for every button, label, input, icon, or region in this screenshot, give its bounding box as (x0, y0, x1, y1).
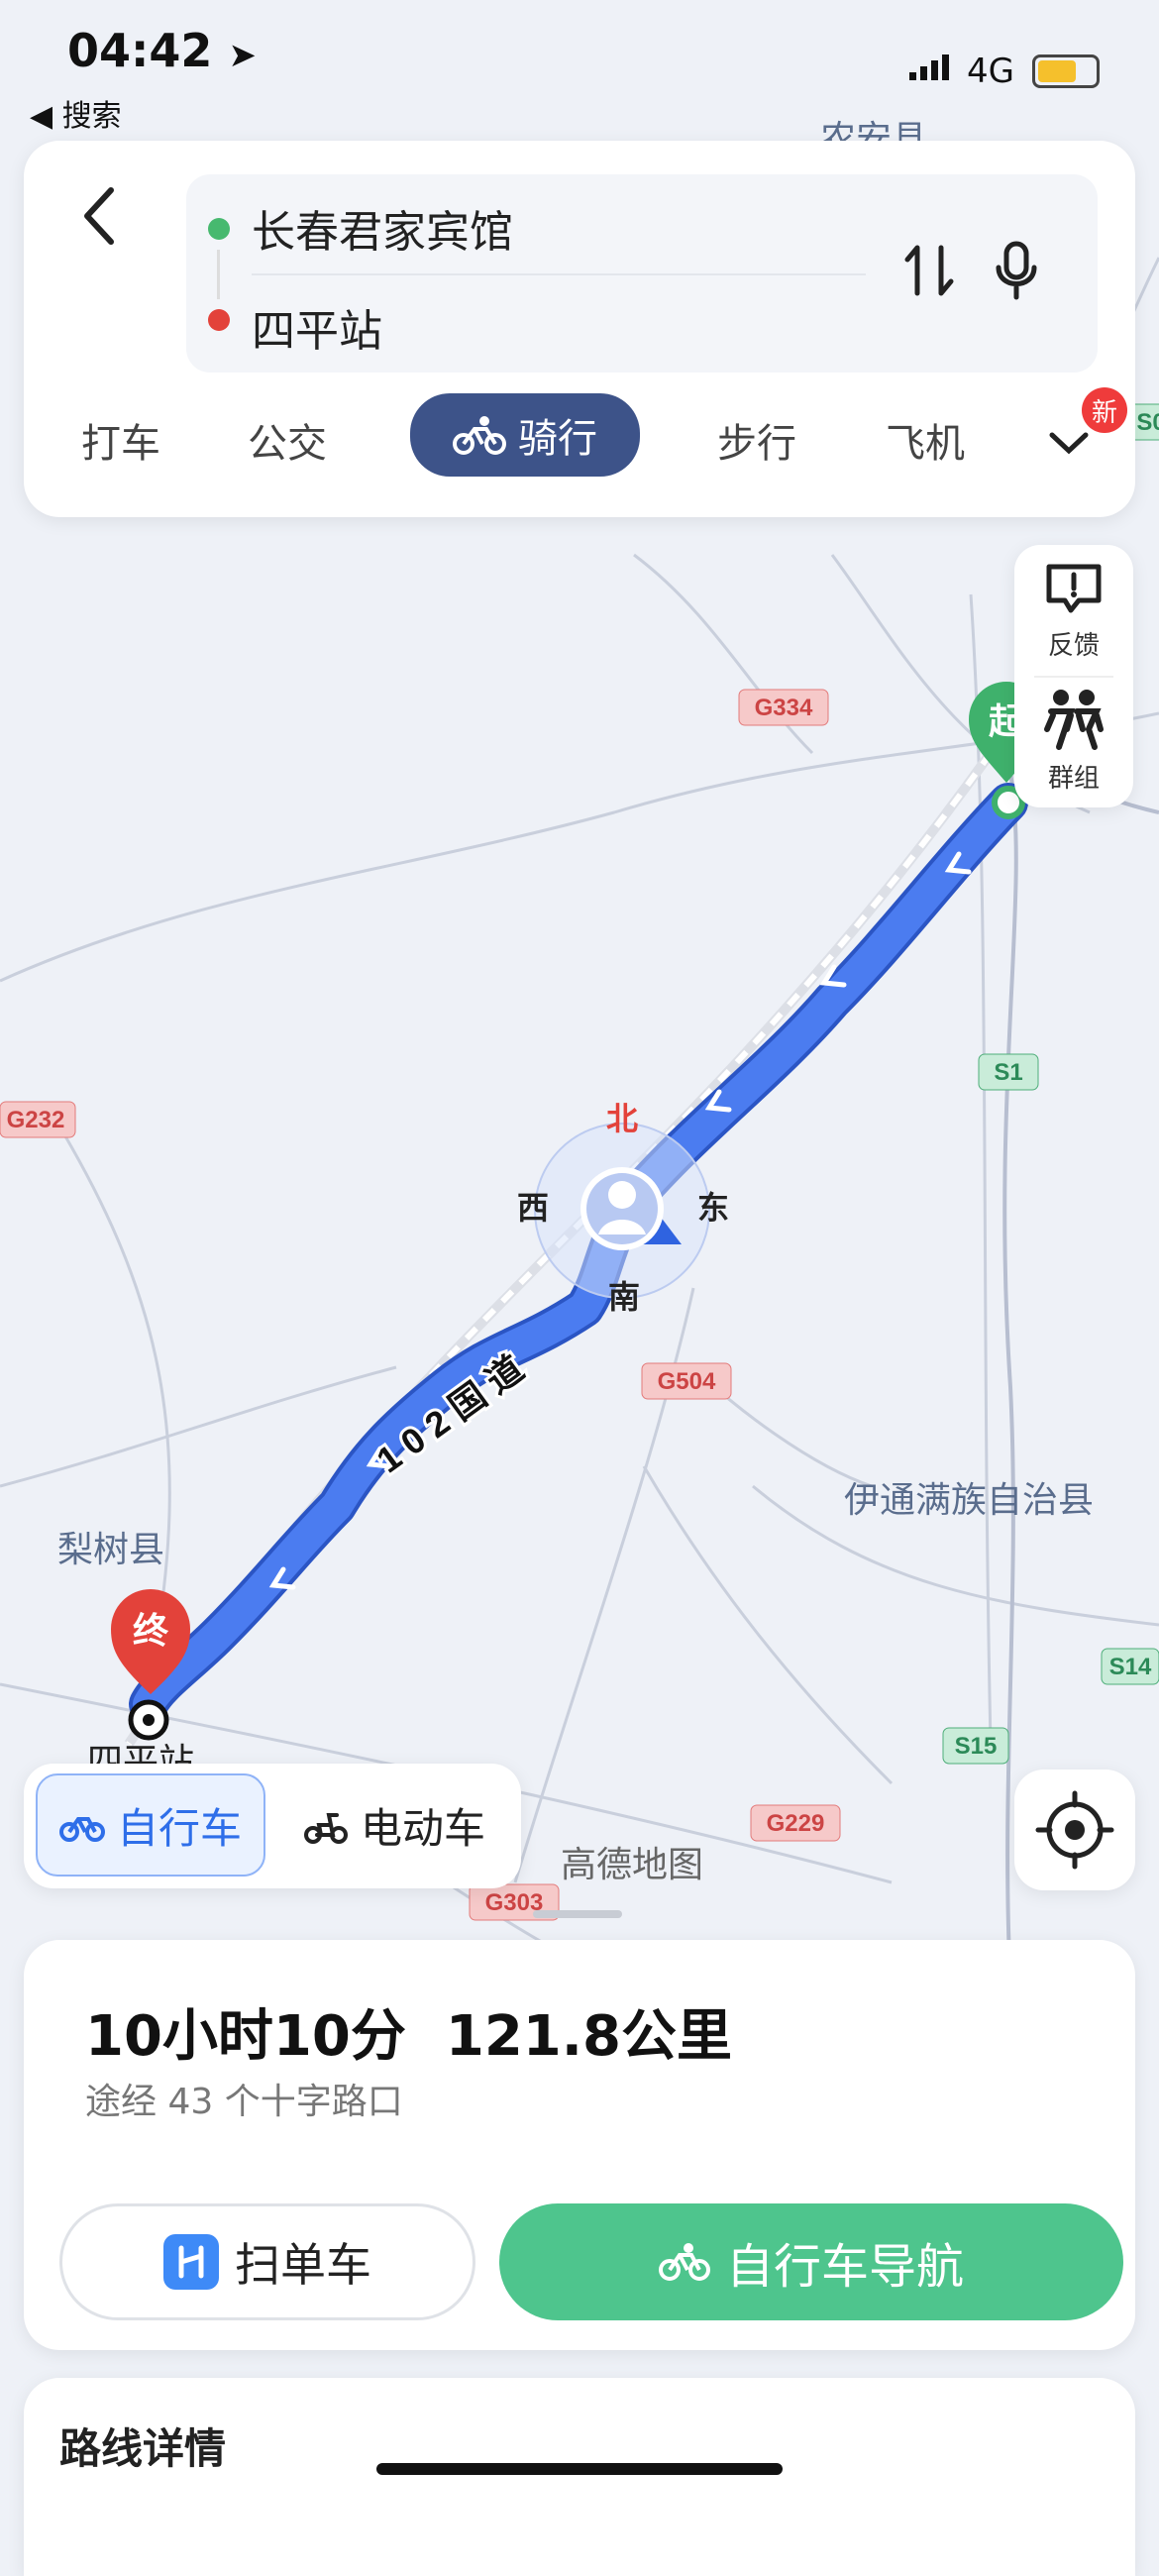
road-label: S14 (1109, 1654, 1152, 1680)
duration: 10小时10分 (85, 2004, 406, 2069)
watermark: 高德地图 (561, 1844, 703, 1884)
status-bar: 04:42 ➤ ◀ 搜索 4G (0, 0, 1159, 139)
place-label-yitong: 伊通满族自治县 (844, 1479, 1094, 1520)
swap-button[interactable] (899, 236, 959, 305)
compass-east: 东 (697, 1190, 729, 1226)
feedback-label: 反馈 (1047, 631, 1100, 661)
voice-button[interactable] (987, 236, 1046, 305)
bike-option[interactable]: 自行车 (36, 1773, 265, 1877)
group-button[interactable]: 群组 (1014, 686, 1133, 795)
road-label: S1 (994, 1059, 1022, 1086)
status-right: 4G (907, 52, 1100, 91)
connector-line (217, 250, 220, 299)
scan-bike-button[interactable]: 扫单车 (59, 2203, 475, 2320)
divider (252, 273, 866, 275)
road-label: S15 (955, 1733, 998, 1760)
route-details-title: 路线详情 (59, 2424, 227, 2473)
tab-flight[interactable]: 飞机 (886, 411, 965, 469)
bicycle-icon (658, 2243, 710, 2281)
vehicle-switch: 自行车 电动车 (24, 1764, 521, 1888)
tab-walk[interactable]: 步行 (717, 411, 796, 469)
drag-handle[interactable] (533, 1910, 622, 1918)
microphone-icon (996, 241, 1037, 300)
tab-bus[interactable]: 公交 (248, 411, 327, 469)
new-badge: 新 (1082, 387, 1127, 433)
signal-icon (907, 52, 957, 91)
distance: 121.8公里 (445, 2004, 732, 2069)
road-label: G232 (7, 1107, 65, 1133)
end-marker-label: 终 (133, 1610, 169, 1651)
compass-north: 北 (606, 1101, 638, 1136)
feedback-icon (1046, 564, 1102, 613)
ebike-option[interactable]: 电动车 (279, 1773, 509, 1877)
road-shield-g504: G504 (641, 1362, 732, 1400)
route-input-card: 长春君家宾馆 四平站 打车 公交 骑行 步行 飞机 新 (24, 141, 1135, 517)
locate-button[interactable] (1014, 1770, 1135, 1890)
tab-cycling-label: 骑行 (518, 416, 597, 462)
scan-bike-label: 扫单车 (235, 2238, 371, 2292)
bike-option-label: 自行车 (116, 1803, 242, 1853)
route-box: 长春君家宾馆 四平站 (186, 174, 1098, 373)
group-label: 群组 (1047, 764, 1100, 794)
route-summary-card: 10小时10分 121.8公里 途经 43 个十字路口 扫单车 自行车导航 (24, 1940, 1135, 2350)
summary-main: 10小时10分 121.8公里 (85, 1991, 772, 2072)
road-shield-s1: S1 (978, 1053, 1039, 1091)
bicycle-icon (453, 416, 506, 455)
crosshair-icon (1035, 1790, 1114, 1870)
bike-share-logo-icon (163, 2234, 219, 2290)
route-via: 途经 43 个十字路口 (85, 2082, 403, 2122)
divider (1034, 676, 1113, 678)
back-button[interactable] (67, 176, 137, 256)
bike-navigation-label: 自行车导航 (725, 2239, 964, 2295)
location-arrow-icon: ➤ (228, 36, 257, 75)
compass-west: 西 (517, 1190, 549, 1226)
bicycle-icon (58, 1817, 105, 1842)
status-time: 04:42 ➤ (67, 24, 257, 77)
place-label-lishu: 梨树县 (57, 1529, 164, 1569)
route-details-card[interactable]: 路线详情 (24, 2378, 1135, 2576)
home-indicator[interactable] (376, 2463, 783, 2475)
side-tools: 反馈 群组 (1014, 545, 1133, 807)
ebike-icon (303, 1813, 348, 1844)
start-location-field[interactable]: 长春君家宾馆 (252, 196, 513, 260)
end-location-field[interactable]: 四平站 (252, 295, 382, 359)
road-label: G504 (658, 1368, 716, 1395)
feedback-button[interactable]: 反馈 (1014, 559, 1133, 662)
chevron-left-icon (84, 187, 114, 245)
back-to-app-link[interactable]: ◀ 搜索 (30, 91, 122, 135)
road-shield-g229: G229 (750, 1804, 841, 1842)
road-shield-s14: S14 (1101, 1648, 1159, 1685)
road-label: G334 (755, 695, 813, 721)
start-dot-icon (208, 218, 230, 240)
tab-cycling[interactable]: 骑行 (410, 393, 640, 477)
swap-icon (904, 245, 954, 296)
tab-taxi[interactable]: 打车 (81, 411, 160, 469)
user-location-marker (534, 1123, 710, 1299)
bike-navigation-button[interactable]: 自行车导航 (499, 2203, 1123, 2320)
road-label: G229 (767, 1810, 825, 1837)
road-shield-g334: G334 (738, 689, 829, 726)
ebike-option-label: 电动车 (360, 1803, 485, 1853)
road-label: S0 (1136, 409, 1159, 436)
transport-mode-tabs: 打车 公交 骑行 步行 飞机 新 (24, 387, 1135, 483)
end-dot-icon (208, 309, 230, 331)
compass-south: 南 (608, 1279, 640, 1315)
group-icon (1044, 690, 1104, 750)
road-shield-g232: G232 (0, 1101, 76, 1138)
road-shield-s15: S15 (942, 1727, 1009, 1765)
battery-icon (1032, 54, 1100, 88)
network-type: 4G (967, 52, 1014, 91)
